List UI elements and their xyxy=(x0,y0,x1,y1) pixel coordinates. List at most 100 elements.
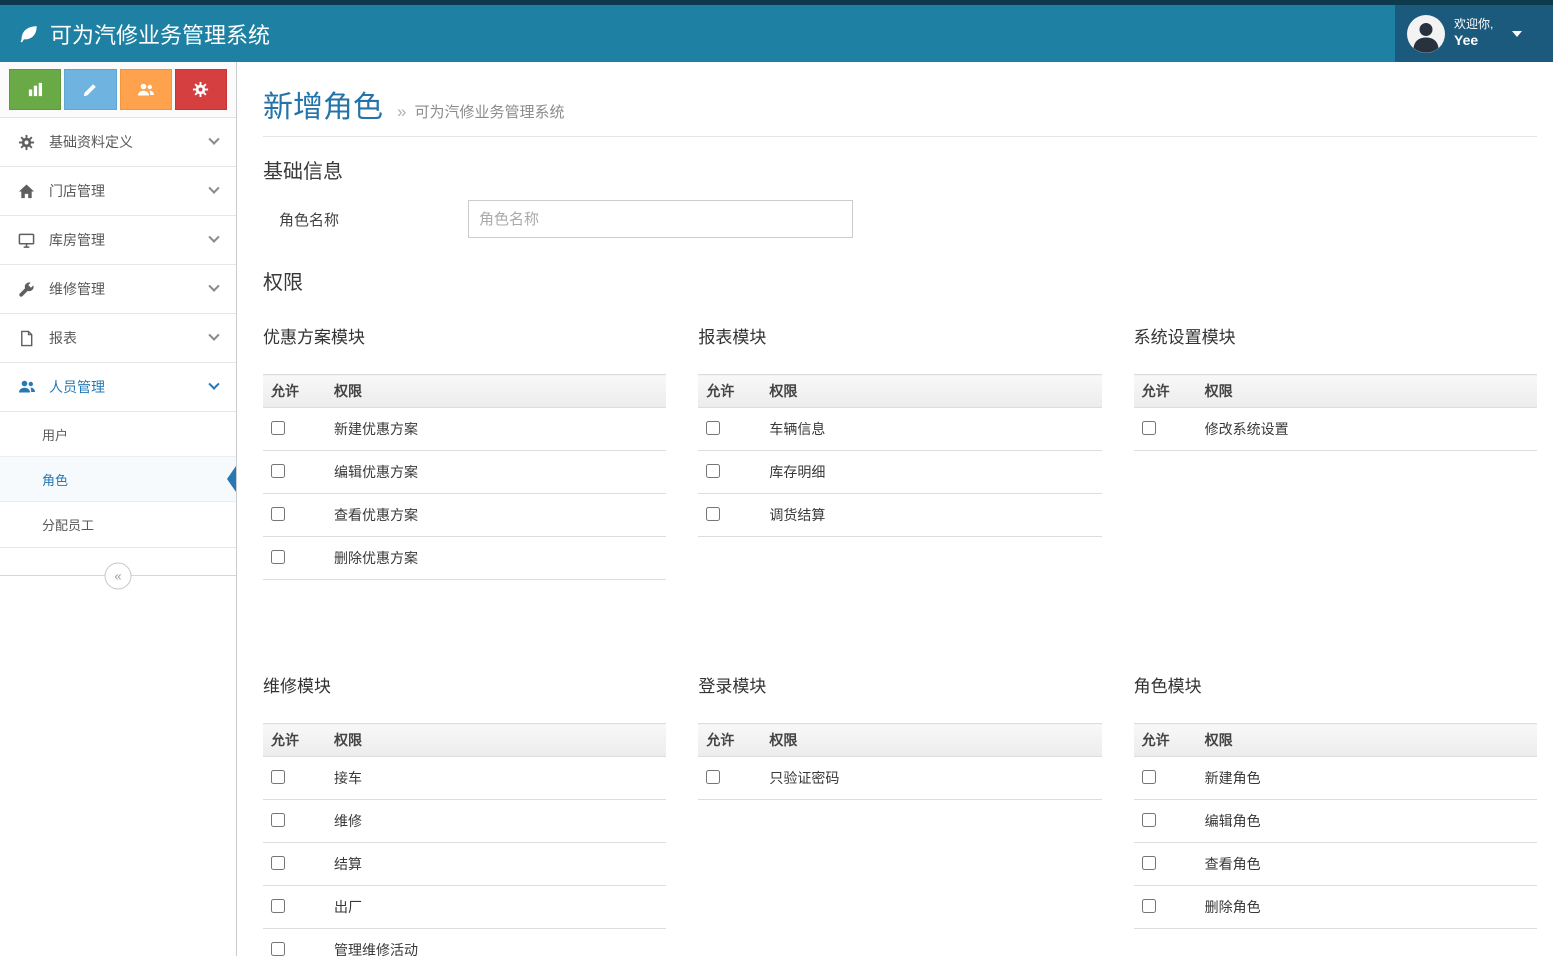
allow-checkbox[interactable] xyxy=(706,421,720,435)
sidebar-item-label: 人员管理 xyxy=(49,377,105,397)
sidebar-item-personnel[interactable]: 人员管理 xyxy=(0,363,236,412)
table-header-row: 允许 权限 xyxy=(1134,724,1537,757)
permission-row: 修改系统设置 xyxy=(1134,408,1537,451)
sidebar-item-label: 门店管理 xyxy=(49,181,105,201)
allow-checkbox[interactable] xyxy=(706,770,720,784)
permission-row: 删除角色 xyxy=(1134,886,1537,929)
allow-checkbox[interactable] xyxy=(1142,813,1156,827)
breadcrumb: 可为汽修业务管理系统 xyxy=(414,101,564,122)
allow-checkbox[interactable] xyxy=(271,813,285,827)
permission-row: 新建角色 xyxy=(1134,757,1537,800)
user-menu[interactable]: 欢迎你, Yee xyxy=(1395,5,1553,62)
main-content: 新增角色 » 可为汽修业务管理系统 基础信息 角色名称 权限 优惠方案模块 允许… xyxy=(238,62,1553,956)
bar-chart-icon xyxy=(27,81,44,98)
submenu-item-roles[interactable]: 角色 xyxy=(0,457,236,502)
allow-cell xyxy=(1134,886,1197,929)
sidebar: 基础资料定义 门店管理 库房管理 xyxy=(0,62,237,956)
allow-checkbox[interactable] xyxy=(271,856,285,870)
module-title: 登录模块 xyxy=(698,672,1101,697)
allow-cell xyxy=(263,408,326,451)
chevron-down-icon xyxy=(208,379,219,390)
permission-label: 出厂 xyxy=(326,886,666,929)
submenu-item-assign-staff[interactable]: 分配员工 xyxy=(0,502,236,547)
permission-label: 查看优惠方案 xyxy=(326,494,666,537)
permission-table: 允许 权限 新建角色 编辑角色 查看角色 删除角色 xyxy=(1134,723,1537,929)
brand[interactable]: 可为汽修业务管理系统 xyxy=(0,18,270,50)
personnel-submenu: 用户 角色 分配员工 xyxy=(0,412,236,548)
permission-row: 查看角色 xyxy=(1134,843,1537,886)
gears-icon xyxy=(18,134,40,151)
column-header-allow: 允许 xyxy=(263,724,326,757)
permission-row: 删除优惠方案 xyxy=(263,537,666,580)
wrench-icon xyxy=(18,281,40,298)
permission-table: 允许 权限 车辆信息 库存明细 调货结算 xyxy=(698,374,1101,537)
role-name-row: 角色名称 xyxy=(263,200,1537,238)
breadcrumb-separator: » xyxy=(397,102,406,122)
permission-row: 只验证密码 xyxy=(698,757,1101,800)
permission-module: 报表模块 允许 权限 车辆信息 库存明细 调货结算 xyxy=(698,323,1101,580)
permission-module: 登录模块 允许 权限 只验证密码 xyxy=(698,672,1101,956)
sidebar-item-label: 维修管理 xyxy=(49,279,105,299)
permission-label: 新建优惠方案 xyxy=(326,408,666,451)
allow-checkbox[interactable] xyxy=(271,942,285,956)
module-title: 报表模块 xyxy=(698,323,1101,348)
permission-label: 查看角色 xyxy=(1197,843,1537,886)
column-header-allow: 允许 xyxy=(1134,724,1197,757)
page-title: 新增角色 xyxy=(263,82,383,126)
sidebar-item-label: 库房管理 xyxy=(49,230,105,250)
shortcut-stats-button[interactable] xyxy=(9,69,61,110)
table-header-row: 允许 权限 xyxy=(698,375,1101,408)
sidebar-item-repair[interactable]: 维修管理 xyxy=(0,265,236,314)
column-header-permission: 权限 xyxy=(761,375,1101,408)
permission-label: 修改系统设置 xyxy=(1197,408,1537,451)
sidebar-collapse-row: « xyxy=(0,575,236,576)
allow-cell xyxy=(698,757,761,800)
permission-label: 维修 xyxy=(326,800,666,843)
submenu-item-label: 用户 xyxy=(42,425,68,444)
permission-row: 管理维修活动 xyxy=(263,929,666,956)
sidebar-collapse-button[interactable]: « xyxy=(105,563,132,590)
leaf-icon xyxy=(18,23,40,45)
caret-down-icon xyxy=(1512,31,1522,37)
permission-label: 删除优惠方案 xyxy=(326,537,666,580)
allow-checkbox[interactable] xyxy=(271,899,285,913)
sidebar-shortcuts xyxy=(0,62,236,118)
submenu-item-users[interactable]: 用户 xyxy=(0,412,236,457)
table-header-row: 允许 权限 xyxy=(1134,375,1537,408)
allow-checkbox[interactable] xyxy=(271,550,285,564)
sidebar-item-warehouse[interactable]: 库房管理 xyxy=(0,216,236,265)
allow-cell xyxy=(263,537,326,580)
shortcut-edit-button[interactable] xyxy=(64,69,116,110)
allow-cell xyxy=(1134,843,1197,886)
table-header-row: 允许 权限 xyxy=(263,375,666,408)
allow-cell xyxy=(263,451,326,494)
sidebar-item-stores[interactable]: 门店管理 xyxy=(0,167,236,216)
allow-checkbox[interactable] xyxy=(1142,421,1156,435)
permission-row: 出厂 xyxy=(263,886,666,929)
allow-checkbox[interactable] xyxy=(271,770,285,784)
role-name-input[interactable] xyxy=(468,200,853,238)
permission-label: 新建角色 xyxy=(1197,757,1537,800)
allow-checkbox[interactable] xyxy=(271,464,285,478)
top-navbar: 可为汽修业务管理系统 欢迎你, Yee xyxy=(0,0,1553,62)
column-header-allow: 允许 xyxy=(698,375,761,408)
header-divider xyxy=(263,136,1537,137)
allow-checkbox[interactable] xyxy=(271,421,285,435)
allow-checkbox[interactable] xyxy=(1142,770,1156,784)
allow-checkbox[interactable] xyxy=(1142,856,1156,870)
desktop-icon xyxy=(18,232,40,249)
allow-checkbox[interactable] xyxy=(1142,899,1156,913)
users-icon xyxy=(137,81,155,99)
shortcut-settings-button[interactable] xyxy=(175,69,227,110)
allow-checkbox[interactable] xyxy=(706,507,720,521)
sidebar-item-reports[interactable]: 报表 xyxy=(0,314,236,363)
permission-label: 调货结算 xyxy=(761,494,1101,537)
sidebar-item-base-data[interactable]: 基础资料定义 xyxy=(0,118,236,167)
chevron-down-icon xyxy=(208,281,219,292)
allow-cell xyxy=(263,843,326,886)
file-icon xyxy=(18,330,40,347)
allow-checkbox[interactable] xyxy=(706,464,720,478)
allow-checkbox[interactable] xyxy=(271,507,285,521)
sidebar-nav: 基础资料定义 门店管理 库房管理 xyxy=(0,118,236,412)
shortcut-users-button[interactable] xyxy=(120,69,172,110)
